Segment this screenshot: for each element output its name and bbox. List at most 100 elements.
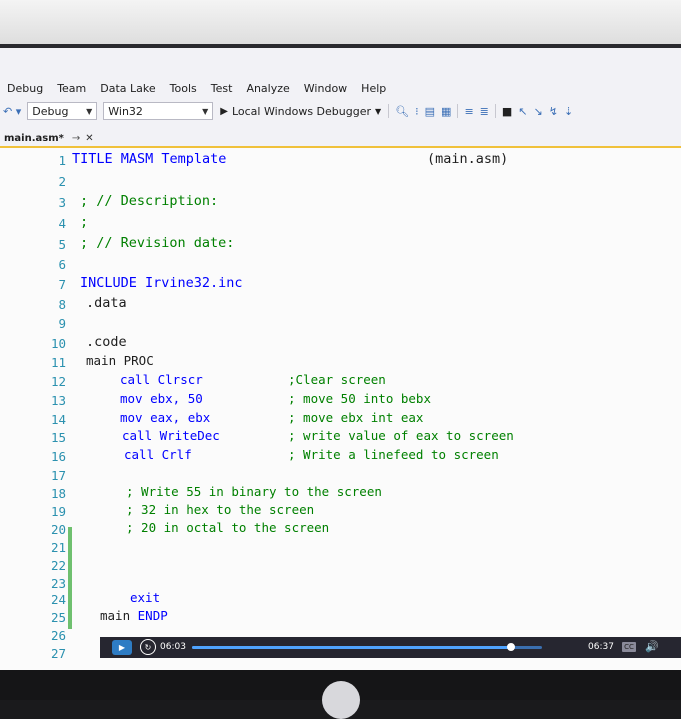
open-folder-icon[interactable]: ▤: [425, 105, 435, 118]
line-number: 24: [50, 592, 66, 607]
monitor-bezel-top: [0, 0, 681, 48]
code-line-4: ;: [80, 214, 89, 230]
solution-platform-dropdown[interactable]: Win32 ▼: [103, 102, 214, 120]
line-number: 1: [58, 153, 66, 168]
video-player-controls: ▶ ↻ 06:03 06:37 CC 🔊: [100, 637, 681, 658]
line-number: 22: [50, 558, 66, 573]
line-number: 19: [50, 504, 66, 519]
code-line-11: main PROC: [86, 353, 154, 368]
configuration-value: Debug: [32, 104, 69, 118]
menu-item-help[interactable]: Help: [354, 78, 393, 100]
chevron-down-icon: ▼: [86, 106, 93, 116]
close-icon[interactable]: ✕: [85, 133, 93, 144]
proc-name: main: [100, 608, 131, 623]
comment-line-15: ; write value of eax to screen: [288, 428, 514, 443]
pin-icon[interactable]: →: [72, 133, 80, 144]
menu-item-test[interactable]: Test: [204, 78, 240, 100]
menu-item-debug[interactable]: Debug: [0, 78, 50, 100]
comment-line-12: ;Clear screen: [288, 372, 386, 387]
chevron-down-icon: ▼: [375, 106, 382, 116]
current-time: 06:03: [160, 642, 186, 652]
code-line-19: ; 32 in hex to the screen: [126, 502, 315, 517]
replay-icon[interactable]: ↻: [140, 639, 156, 655]
toolbar-separator: [457, 104, 459, 118]
code-line-14: mov eax, ebx: [120, 410, 211, 425]
closed-captions-button[interactable]: CC: [622, 642, 636, 652]
code-line-20: ; 20 in octal to the screen: [126, 520, 330, 535]
menu-item-tools[interactable]: Tools: [163, 78, 204, 100]
platform-value: Win32: [108, 104, 143, 118]
code-line-3: ; // Description:: [80, 193, 219, 209]
duration: 06:37: [588, 642, 614, 652]
endp-keyword: ENDP: [137, 608, 168, 623]
code-line-7: INCLUDE Irvine32.inc: [80, 275, 243, 291]
find-icon[interactable]: 🔍︎: [395, 105, 409, 118]
line-number: 26: [50, 628, 66, 643]
line-number: 17: [50, 468, 66, 483]
play-button[interactable]: ▶: [112, 640, 132, 655]
code-line-16: call Crlf: [124, 447, 192, 462]
bookmark-icon[interactable]: ■: [502, 105, 512, 118]
next-bookmark-icon[interactable]: ↘: [534, 105, 543, 118]
menu-item-team[interactable]: Team: [50, 78, 93, 100]
volume-icon[interactable]: 🔊: [645, 640, 659, 653]
line-number: 18: [50, 486, 66, 501]
hp-logo: [322, 681, 360, 719]
local-windows-debugger-button[interactable]: ▶ Local Windows Debugger ▼: [220, 105, 381, 118]
line-number: 5: [58, 237, 66, 252]
ide-window: Debug Team Data Lake Tools Test Analyze Window…: [0, 48, 681, 670]
line-number: 12: [50, 374, 66, 389]
menu-item-window[interactable]: Window: [297, 78, 354, 100]
menu-item-analyze[interactable]: Analyze: [239, 78, 296, 100]
code-editor[interactable]: 1 2 3 4 5 6 7 8 9 10 11 12 13 14 15 16 17 18 19 20 21 22 23 24 2…: [0, 148, 681, 670]
line-number: 25: [50, 610, 66, 625]
code-line-25: main ENDP: [100, 608, 168, 623]
video-progress-fill: [192, 646, 511, 649]
comment-line-16: ; Write a linefeed to screen: [288, 447, 499, 462]
line-number: 14: [50, 412, 66, 427]
change-tracking-bar: [68, 527, 72, 629]
code-line-1: TITLE MASM Template: [72, 151, 226, 167]
line-number: 20: [50, 522, 66, 537]
code-line-10: .code: [86, 334, 127, 350]
code-line-5: ; // Revision date:: [80, 235, 235, 251]
solution-configuration-dropdown[interactable]: Debug ▼: [27, 102, 98, 120]
comment-lines-icon[interactable]: ≡: [464, 105, 473, 118]
grid-icon[interactable]: ▦: [441, 105, 451, 118]
overflow-icon[interactable]: ⁝: [415, 105, 419, 118]
video-progress-knob[interactable]: [506, 643, 515, 651]
line-number: 6: [58, 257, 66, 272]
code-line-24: exit: [130, 590, 161, 605]
line-number: 23: [50, 576, 66, 591]
line-number: 21: [50, 540, 66, 555]
line-number: 15: [50, 430, 66, 445]
code-line-18: ; Write 55 in binary to the screen: [126, 484, 382, 499]
include-directive: INCLUDE Irvine32.inc: [80, 275, 243, 291]
comment-line-14: ; move ebx int eax: [288, 410, 424, 425]
navigate-back-icon[interactable]: ↶ ▾: [3, 105, 21, 118]
toolbar-overflow-icon[interactable]: ⇣: [564, 105, 573, 118]
run-label: Local Windows Debugger: [231, 104, 372, 118]
clear-bookmarks-icon[interactable]: ↯: [549, 105, 558, 118]
line-number: 16: [50, 449, 66, 464]
uncomment-lines-icon[interactable]: ≣: [480, 105, 489, 118]
toolbar: ↶ ▾ Debug ▼ Win32 ▼ ▶ Local Windows Debu…: [0, 100, 681, 122]
line-number: 9: [58, 316, 66, 331]
toolbar-separator: [494, 104, 496, 118]
code-line-13: mov ebx, 50: [120, 391, 203, 406]
line-number: 13: [50, 393, 66, 408]
menu-item-data-lake[interactable]: Data Lake: [93, 78, 162, 100]
previous-bookmark-icon[interactable]: ↖: [518, 105, 527, 118]
line-number: 7: [58, 277, 66, 292]
chevron-down-icon: ▼: [202, 106, 209, 116]
line-number: 27: [50, 646, 66, 661]
tab-main-asm[interactable]: main.asm* → ✕: [0, 130, 98, 146]
toolbar-separator: [388, 104, 390, 118]
play-icon: ▶: [220, 105, 228, 117]
video-progress-track[interactable]: [192, 646, 542, 649]
comment-line-13: ; move 50 into bebx: [288, 391, 431, 406]
tab-title: main.asm*: [4, 132, 64, 144]
line-number: 3: [58, 195, 66, 210]
code-line-1-filename: (main.asm): [427, 151, 508, 167]
title-filename: (main.asm): [427, 151, 509, 167]
